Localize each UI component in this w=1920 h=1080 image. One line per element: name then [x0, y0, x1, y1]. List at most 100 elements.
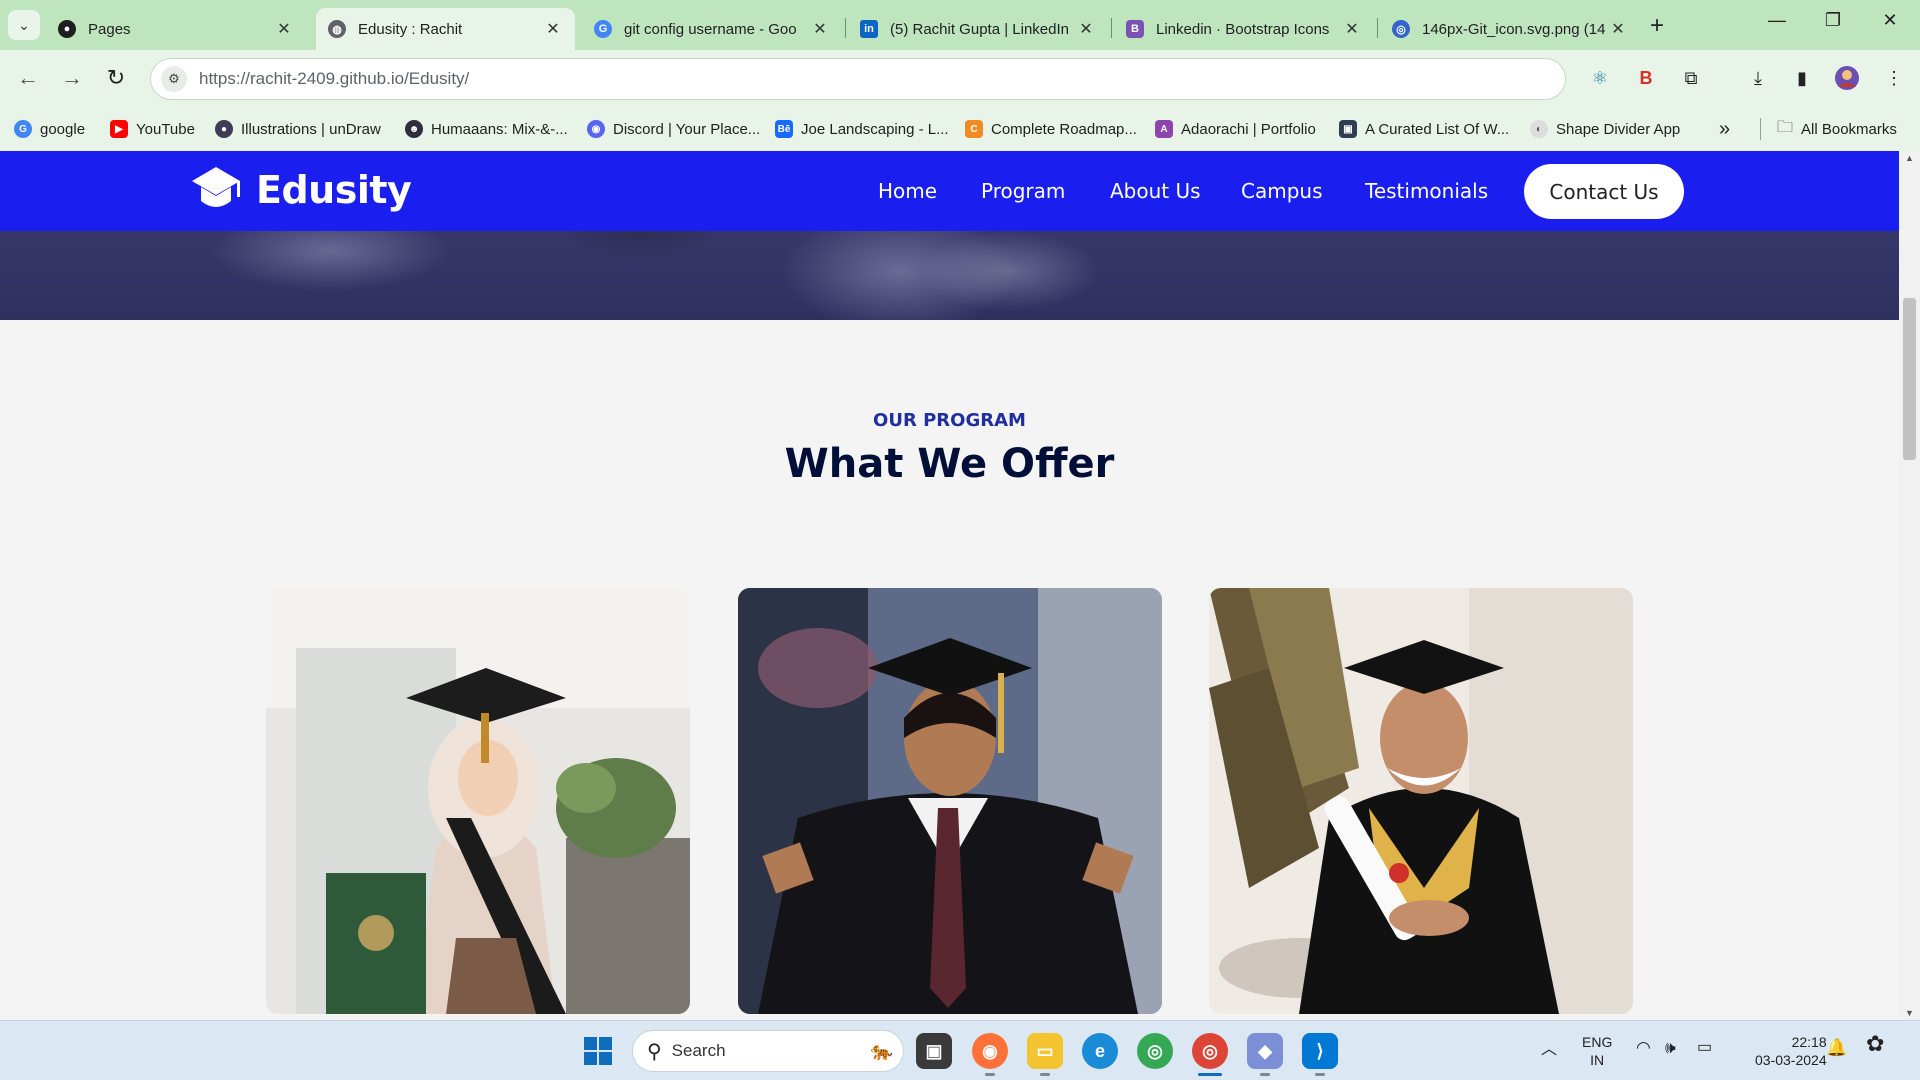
reload-icon: ↻	[106, 65, 126, 90]
nav-home[interactable]: Home	[878, 179, 937, 203]
bookmark-label: Humaaans: Mix-&-...	[431, 120, 568, 138]
all-bookmarks-label: All Bookmarks	[1801, 120, 1897, 138]
program-card-graduation[interactable]	[266, 588, 690, 1014]
restore-button[interactable]: ❐	[1813, 10, 1853, 31]
app-running-indicator	[1315, 1073, 1325, 1076]
nav-campus[interactable]: Campus	[1241, 179, 1323, 203]
chrome-icon[interactable]: ◎	[1137, 1033, 1173, 1069]
tab-separator	[1377, 18, 1378, 38]
tab-title: Linkedin · Bootstrap Icons	[1156, 20, 1330, 38]
list-icon: ▣	[1339, 120, 1357, 138]
discord-icon: ◉	[587, 120, 605, 138]
tab-bootstrap-icons[interactable]: B Linkedin · Bootstrap Icons ✕	[1114, 8, 1374, 50]
profile-avatar[interactable]	[1833, 64, 1861, 92]
chrome-active-icon[interactable]: ◎	[1192, 1033, 1228, 1069]
reload-button[interactable]: ↻	[100, 62, 132, 94]
vscode-icon[interactable]: ⟩	[1302, 1033, 1338, 1069]
close-icon[interactable]: ✕	[810, 19, 830, 39]
file-explorer-icon[interactable]: ▭	[1027, 1033, 1063, 1069]
tab-pages[interactable]: ● Pages ✕	[46, 8, 306, 50]
site-navbar: Edusity Home Program About Us Campus Tes…	[0, 151, 1899, 231]
bookmark-youtube[interactable]: ▶ YouTube	[110, 117, 195, 141]
bootstrap-icon: B	[1126, 20, 1144, 38]
scroll-up-icon[interactable]: ▲	[1899, 153, 1920, 163]
close-icon[interactable]: ✕	[274, 19, 294, 39]
copilot-icon[interactable]: ✿	[1866, 1033, 1884, 1055]
download-icon[interactable]: ⤓	[1744, 64, 1772, 92]
bookmark-discord[interactable]: ◉ Discord | Your Place...	[587, 117, 760, 141]
close-window-button[interactable]: ✕	[1870, 10, 1910, 31]
scroll-down-icon[interactable]: ▼	[1899, 1008, 1920, 1018]
wifi-icon[interactable]: ◠	[1636, 1039, 1651, 1057]
start-button[interactable]	[580, 1033, 616, 1069]
search-placeholder: Search	[671, 1041, 726, 1060]
bookmarks-bar: G google ▶ YouTube ● Illustrations | unD…	[0, 108, 1920, 151]
forward-button[interactable]: →	[56, 62, 88, 94]
new-tab-button[interactable]: +	[1650, 12, 1664, 40]
firefox-icon[interactable]: ◉	[972, 1033, 1008, 1069]
back-button[interactable]: ←	[12, 62, 44, 94]
clock[interactable]: 22:18 03-03-2024	[1755, 1033, 1827, 1069]
bookmark-humaaans[interactable]: ☻ Humaaans: Mix-&-...	[405, 117, 568, 141]
close-icon[interactable]: ✕	[1076, 19, 1096, 39]
contact-us-button[interactable]: Contact Us	[1524, 164, 1684, 219]
tab-edusity[interactable]: ◍ Edusity : Rachit ✕	[316, 8, 575, 50]
notification-bell-icon[interactable]: 🔔	[1826, 1039, 1847, 1057]
clock-time: 22:18	[1791, 1034, 1827, 1050]
bookmark-label: A Curated List Of W...	[1365, 120, 1510, 138]
edge-icon[interactable]: e	[1082, 1033, 1118, 1069]
close-icon[interactable]: ✕	[543, 19, 563, 39]
all-bookmarks-button[interactable]: 🗀 All Bookmarks	[1777, 117, 1897, 141]
more-bookmarks-button[interactable]: »	[1719, 117, 1730, 141]
avatar-icon	[1835, 66, 1859, 90]
app-active-indicator	[1198, 1073, 1222, 1076]
bookmark-adaorachi[interactable]: A Adaorachi | Portfolio	[1155, 117, 1316, 141]
bookmark-google[interactable]: G google	[14, 117, 85, 141]
app-running-indicator	[1260, 1073, 1270, 1076]
section-title: What We Offer	[784, 441, 1115, 487]
globe-icon: ◍	[328, 20, 346, 38]
bookmark-label: google	[40, 120, 86, 138]
windows-taskbar: ⚲ Search 🐅 ▣ ◉ ▭ e ◎ ◎ ◆ ⟩ ︿ ENG IN ◠ 🕪 …	[0, 1020, 1920, 1080]
nav-about-us[interactable]: About Us	[1110, 179, 1201, 203]
language-indicator[interactable]: ENG IN	[1582, 1033, 1612, 1069]
volume-icon[interactable]: 🕪	[1665, 1039, 1676, 1057]
taskbar-search[interactable]: ⚲ Search 🐅	[632, 1030, 904, 1072]
menu-icon[interactable]: ⋮	[1880, 64, 1908, 92]
tab-search-button[interactable]: ⌄	[8, 10, 40, 40]
bookmark-shape-divider[interactable]: ◐ Shape Divider App	[1530, 117, 1680, 141]
scroll-thumb[interactable]	[1903, 298, 1916, 460]
bookmark-undraw[interactable]: ● Illustrations | unDraw	[215, 117, 381, 141]
tab-title: 146px-Git_icon.svg.png (14	[1422, 20, 1606, 38]
show-hidden-icons[interactable]: ︿	[1541, 1041, 1557, 1059]
address-bar[interactable]: ⚙ https://rachit-2409.github.io/Edusity/	[150, 58, 1566, 100]
bookmark-curated-list[interactable]: ▣ A Curated List Of W...	[1339, 117, 1509, 141]
bookmark-joe-landscaping[interactable]: Bē Joe Landscaping - L...	[775, 117, 949, 141]
side-panel-icon[interactable]: ▮	[1788, 64, 1816, 92]
app-diamond-icon[interactable]: ◆	[1247, 1033, 1283, 1069]
tab-separator	[1111, 18, 1112, 38]
battery-icon[interactable]: ▭	[1697, 1039, 1712, 1057]
bold-extension-icon[interactable]: B	[1632, 64, 1660, 92]
url-text[interactable]: https://rachit-2409.github.io/Edusity/	[199, 69, 469, 89]
task-view-icon[interactable]: ▣	[916, 1033, 952, 1069]
bookmark-roadmap[interactable]: C Complete Roadmap...	[965, 117, 1137, 141]
tab-linkedin[interactable]: in (5) Rachit Gupta | LinkedIn ✕	[848, 8, 1108, 50]
site-logo[interactable]: Edusity	[190, 165, 412, 215]
minimize-button[interactable]: —	[1757, 10, 1797, 31]
program-card-graduate-smiling[interactable]	[738, 588, 1162, 1014]
page-scrollbar[interactable]: ▲ ▼	[1899, 151, 1920, 1020]
site-info-icon[interactable]: ⚙	[161, 66, 187, 92]
tab-git-icon[interactable]: ◎ 146px-Git_icon.svg.png (14 ✕	[1380, 8, 1640, 50]
extensions-icon[interactable]: ⧉	[1677, 64, 1705, 92]
close-icon[interactable]: ✕	[1342, 19, 1362, 39]
tab-git-config[interactable]: G git config username - Goo ✕	[582, 8, 842, 50]
nav-program[interactable]: Program	[981, 179, 1065, 203]
program-card-graduate-diploma[interactable]	[1209, 588, 1633, 1014]
browser-toolbar: ← → ↻ ⚙ https://rachit-2409.github.io/Ed…	[0, 50, 1920, 108]
react-devtools-icon[interactable]: ⚛	[1586, 64, 1614, 92]
nav-testimonials[interactable]: Testimonials	[1365, 179, 1488, 203]
bookmark-label: Complete Roadmap...	[991, 120, 1137, 138]
close-icon[interactable]: ✕	[1608, 19, 1628, 39]
linkedin-icon: in	[860, 20, 878, 38]
